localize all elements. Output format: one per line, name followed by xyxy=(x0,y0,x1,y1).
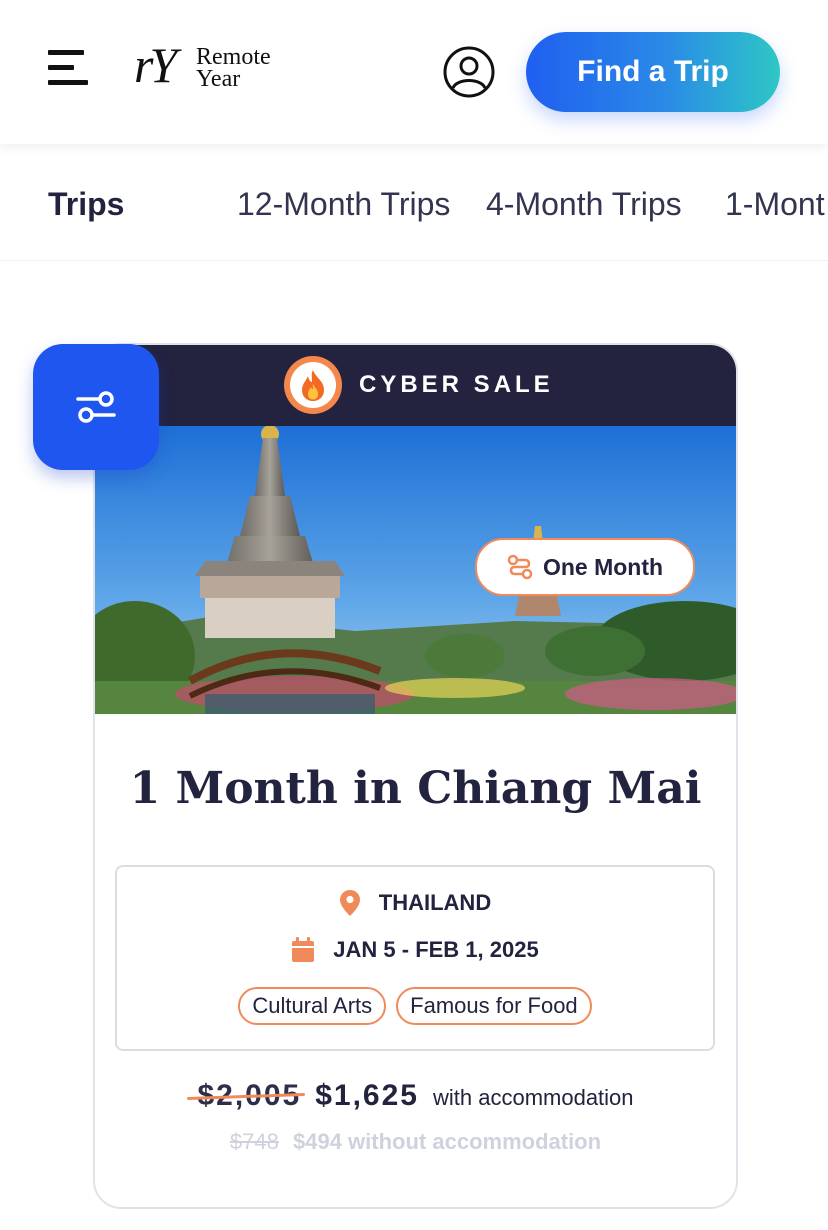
sale-price: $1,625 xyxy=(315,1079,419,1112)
country-label: THAILAND xyxy=(378,890,492,915)
old-price: $2,005 xyxy=(197,1079,302,1112)
tab-1-month-trips[interactable]: 1-Mont xyxy=(725,186,825,223)
country-row: THAILAND xyxy=(117,889,713,917)
sale-label: CYBER SALE xyxy=(359,371,554,398)
hamburger-icon[interactable] xyxy=(48,50,90,86)
dates-row: JAN 5 - FEB 1, 2025 xyxy=(117,937,713,963)
tag-famous-for-food: Famous for Food xyxy=(396,987,592,1025)
alt-old-price: $748 xyxy=(229,1129,279,1154)
alt-sale-price: $494 without accommodation xyxy=(293,1129,602,1154)
map-pin-icon xyxy=(339,890,360,916)
price-note: with accommodation xyxy=(432,1085,634,1110)
site-header: rY Remote Year Find a Trip xyxy=(0,0,828,144)
sale-banner: CYBER SALE xyxy=(95,345,736,426)
remote-year-logo[interactable]: rY Remote Year xyxy=(134,40,294,94)
fire-icon xyxy=(284,356,342,414)
trips-nav-title: Trips xyxy=(48,186,125,222)
price-without-accommodation: $748 $494 without accommodation xyxy=(95,1129,736,1155)
find-a-trip-button[interactable]: Find a Trip xyxy=(526,32,780,112)
trip-photo: One Month xyxy=(95,426,736,714)
filter-button[interactable] xyxy=(33,344,159,470)
sliders-icon xyxy=(76,391,116,423)
price-with-accommodation: $2,005 $1,625 with accommodation xyxy=(95,1079,736,1113)
duration-badge: One Month xyxy=(475,538,695,596)
logo-mark: rY xyxy=(134,37,177,93)
duration-label: One Month xyxy=(542,553,664,580)
tag-list: Cultural Arts Famous for Food xyxy=(117,987,713,1025)
tag-cultural-arts: Cultural Arts xyxy=(238,987,387,1025)
route-icon xyxy=(507,554,533,580)
trip-info-box: THAILAND JAN 5 - FEB 1, 2025 Cultural Ar… xyxy=(115,865,715,1051)
dates-label: JAN 5 - FEB 1, 2025 xyxy=(333,937,539,962)
calendar-icon xyxy=(292,937,315,962)
logo-text: Remote Year xyxy=(196,45,271,92)
trip-title[interactable]: 1 Month in Chiang Mai xyxy=(95,763,736,814)
user-circle-icon[interactable] xyxy=(443,46,495,98)
tab-12-month-trips[interactable]: 12-Month Trips xyxy=(237,186,450,223)
trips-nav: Trips 12-Month Trips 4-Month Trips 1-Mon… xyxy=(0,150,828,261)
logo-line-2: Year xyxy=(196,66,241,92)
trip-card[interactable]: CYBER SALE One Month 1 Month in Chiang M… xyxy=(93,343,738,1209)
tab-4-month-trips[interactable]: 4-Month Trips xyxy=(486,186,682,223)
